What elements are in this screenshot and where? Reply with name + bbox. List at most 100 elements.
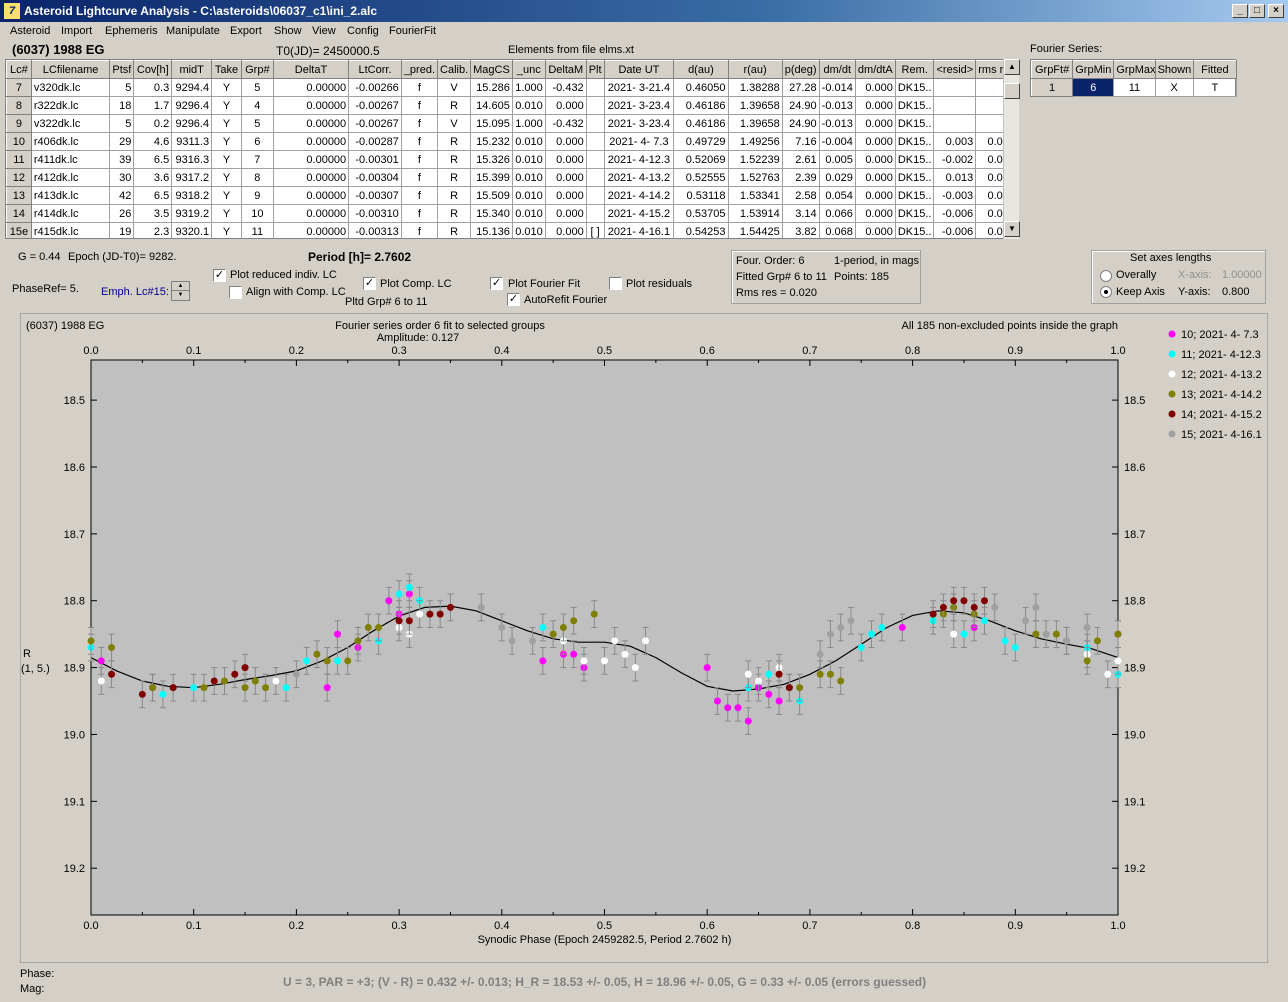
table-cell[interactable]: 24.90 [781, 96, 820, 115]
table-cell[interactable]: r414dk.lc [30, 204, 111, 223]
table-row[interactable]: 9 v322dk.lc 5 0.2 9296.4 Y 5 0.00000 -0.00267 f V 1… [6, 114, 1018, 133]
table-cell[interactable]: 0.000 [544, 168, 587, 187]
plot-fourier-checkbox[interactable]: ✓ [490, 277, 503, 290]
table-cell[interactable]: 0.53705 [673, 204, 729, 223]
table-cell[interactable] [585, 150, 605, 169]
fourier-cell-grpft[interactable]: 1 [1030, 78, 1074, 97]
menu-ephemeris[interactable]: Ephemeris [105, 25, 158, 37]
table-cell[interactable]: -0.004 [818, 132, 856, 151]
table-cell[interactable]: 2021- 3-23.4 [603, 114, 675, 133]
col-header-13[interactable]: DeltaM [544, 60, 587, 79]
table-cell[interactable]: DK15.. [894, 204, 935, 223]
table-cell[interactable]: 9319.2 [171, 204, 213, 223]
table-cell[interactable]: 1.39658 [727, 96, 783, 115]
table-cell[interactable] [933, 78, 977, 97]
col-header-9[interactable]: _pred. [400, 60, 439, 79]
table-cell[interactable]: 10 [240, 204, 274, 223]
table-cell[interactable]: 2021- 4-13.2 [603, 168, 675, 187]
table-cell[interactable]: 0.00000 [272, 168, 350, 187]
table-cell[interactable]: 9316.3 [171, 150, 213, 169]
col-header-2[interactable]: Ptsf [109, 60, 135, 79]
emph-spinner[interactable]: ▲ ▼ [171, 281, 190, 301]
col-header-5[interactable]: Take [211, 60, 242, 79]
fourier-cell-fitted[interactable]: T [1192, 78, 1238, 97]
table-cell[interactable]: 0.000 [544, 204, 587, 223]
row-header[interactable]: 9 [6, 114, 32, 133]
table-cell[interactable]: -0.00301 [348, 150, 402, 169]
table-cell[interactable]: 18 [109, 96, 135, 115]
table-cell[interactable]: 2021- 4-12.3 [603, 150, 675, 169]
table-cell[interactable]: 0.000 [854, 78, 896, 97]
table-cell[interactable]: v320dk.lc [30, 78, 111, 97]
table-cell[interactable]: -0.432 [544, 78, 587, 97]
table-cell[interactable]: 0.000 [854, 114, 896, 133]
scroll-thumb[interactable] [1004, 83, 1020, 99]
table-cell[interactable]: 0.000 [854, 96, 896, 115]
table-cell[interactable]: 19 [109, 222, 135, 238]
col-header-8[interactable]: LtCorr. [348, 60, 402, 79]
fourier-col-fitted[interactable]: Fitted [1192, 60, 1238, 79]
table-cell[interactable]: 0.00000 [272, 204, 350, 223]
table-cell[interactable]: 2021- 4- 7.3 [603, 132, 675, 151]
row-header[interactable]: 12 [6, 168, 32, 187]
table-cell[interactable]: 0.00000 [272, 186, 350, 205]
table-cell[interactable]: f [400, 78, 439, 97]
table-cell[interactable]: DK15.. [894, 132, 935, 151]
table-cell[interactable]: Y [211, 204, 242, 223]
row-header[interactable]: 7 [6, 78, 32, 97]
table-cell[interactable]: 1.52763 [727, 168, 783, 187]
col-header-12[interactable]: _unc [511, 60, 546, 79]
col-header-14[interactable]: Plt [585, 60, 605, 79]
table-row[interactable]: 8 r322dk.lc 18 1.7 9296.4 Y 4 0.00000 -0.00267 f R… [6, 96, 1018, 115]
row-header[interactable]: 10 [6, 132, 32, 151]
menu-import[interactable]: Import [61, 25, 92, 37]
table-cell[interactable]: -0.003 [933, 186, 977, 205]
scroll-up-icon[interactable]: ▲ [1004, 59, 1020, 75]
table-cell[interactable]: 0.010 [511, 168, 546, 187]
table-cell[interactable]: 27.28 [781, 78, 820, 97]
table-cell[interactable]: 0.54253 [673, 222, 729, 238]
table-cell[interactable] [585, 186, 605, 205]
plot-comp-checkbox[interactable]: ✓ [363, 277, 376, 290]
table-cell[interactable]: DK15.. [894, 222, 935, 238]
table-cell[interactable] [585, 96, 605, 115]
table-cell[interactable]: R [437, 168, 472, 187]
autorefit-checkbox[interactable]: ✓ [507, 293, 520, 306]
table-cell[interactable]: R [437, 150, 472, 169]
table-cell[interactable]: R [437, 186, 472, 205]
table-cell[interactable]: 15.286 [470, 78, 513, 97]
table-cell[interactable]: 9 [240, 186, 274, 205]
spin-down-icon[interactable]: ▼ [172, 291, 189, 300]
fourier-col-grpmax[interactable]: GrpMax [1113, 60, 1156, 79]
table-cell[interactable]: DK15.. [894, 150, 935, 169]
table-cell[interactable]: 0.000 [854, 150, 896, 169]
table-cell[interactable]: f [400, 168, 439, 187]
table-cell[interactable]: Y [211, 168, 242, 187]
table-cell[interactable]: -0.00310 [348, 204, 402, 223]
table-cell[interactable]: DK15.. [894, 114, 935, 133]
col-header-20[interactable]: dm/dtA [854, 60, 896, 79]
table-cell[interactable]: -0.00267 [348, 114, 402, 133]
table-cell[interactable] [933, 114, 977, 133]
table-cell[interactable]: 0.003 [933, 132, 977, 151]
table-cell[interactable]: DK15.. [894, 96, 935, 115]
table-cell[interactable]: 3.14 [781, 204, 820, 223]
table-cell[interactable]: V [437, 78, 472, 97]
table-cell[interactable]: V [437, 114, 472, 133]
row-header[interactable]: 13 [6, 186, 32, 205]
table-cell[interactable]: r412dk.lc [30, 168, 111, 187]
table-cell[interactable]: Y [211, 186, 242, 205]
table-cell[interactable]: 0.010 [511, 150, 546, 169]
table-cell[interactable]: 9311.3 [171, 132, 213, 151]
col-header-3[interactable]: Cov[h] [133, 60, 173, 79]
table-cell[interactable]: R [437, 132, 472, 151]
table-cell[interactable]: f [400, 222, 439, 238]
col-header-7[interactable]: DeltaT [272, 60, 350, 79]
table-cell[interactable]: -0.014 [818, 78, 856, 97]
table-cell[interactable]: 5 [240, 78, 274, 97]
menu-asteroid[interactable]: Asteroid [10, 25, 50, 37]
table-cell[interactable]: -0.00267 [348, 96, 402, 115]
table-cell[interactable]: 2021- 4-14.2 [603, 186, 675, 205]
table-cell[interactable]: 0.000 [854, 132, 896, 151]
table-row[interactable]: 14 r414dk.lc 26 3.5 9319.2 Y 10 0.00000 -0.00310… [6, 204, 1018, 223]
